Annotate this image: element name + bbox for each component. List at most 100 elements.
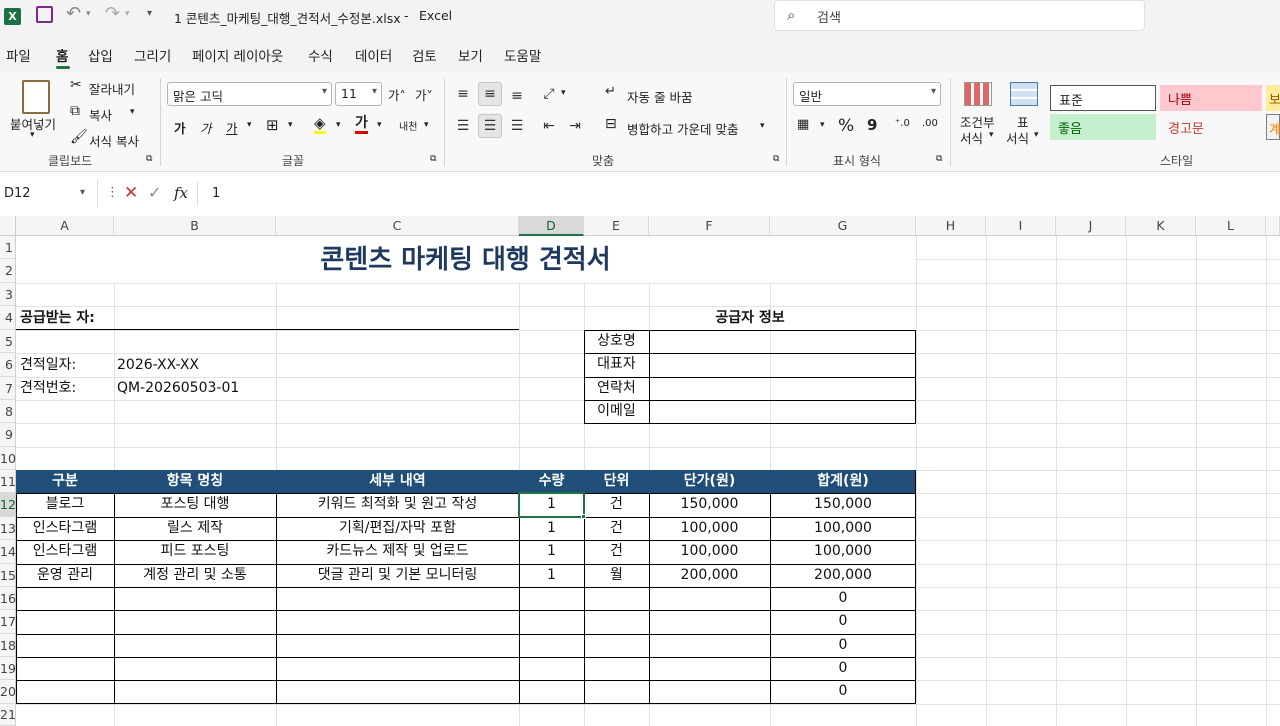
wrap-text-button[interactable]: 자동 줄 바꿈 bbox=[627, 87, 692, 106]
tab-help[interactable]: 도움말 bbox=[504, 45, 541, 65]
shrink-font-button[interactable]: 가˅ bbox=[415, 85, 433, 104]
orientation-icon[interactable]: ⤢ bbox=[537, 82, 561, 106]
table-header-total[interactable]: 합계(원) bbox=[770, 470, 916, 493]
row-header[interactable]: 4 bbox=[0, 306, 16, 330]
increase-decimal-icon[interactable]: ⁺.0 bbox=[895, 118, 910, 129]
column-header-l[interactable]: L bbox=[1196, 216, 1266, 236]
phonetic-button[interactable]: 내천 bbox=[399, 118, 417, 133]
number-launcher-icon[interactable]: ⧉ bbox=[936, 154, 942, 164]
style-neutral-partial[interactable]: 보 bbox=[1266, 85, 1280, 111]
quote-date-value[interactable]: 2026-XX-XX bbox=[117, 354, 199, 377]
italic-button[interactable]: 가 bbox=[200, 118, 212, 137]
align-center-icon[interactable]: ☰ bbox=[478, 114, 502, 138]
table-cell[interactable]: 피드 포스팅 bbox=[114, 540, 276, 563]
column-header-j[interactable]: J bbox=[1056, 216, 1126, 236]
format-as-table-icon[interactable] bbox=[1010, 82, 1038, 106]
row-header[interactable]: 20 bbox=[0, 680, 16, 704]
save-icon[interactable] bbox=[36, 6, 53, 23]
table-cell[interactable]: 계정 관리 및 소통 bbox=[114, 564, 276, 587]
accounting-dropdown-icon[interactable]: ▾ bbox=[820, 120, 825, 130]
quote-number-label[interactable]: 견적번호: bbox=[20, 377, 76, 400]
cancel-formula-icon[interactable]: ✕ bbox=[124, 183, 138, 203]
format-painter-button[interactable]: 서식 복사 bbox=[89, 131, 139, 150]
row-header[interactable]: 12 bbox=[0, 493, 16, 517]
decrease-indent-icon[interactable]: ⇤ bbox=[537, 114, 561, 138]
conditional-format-button-line2[interactable]: 서식 bbox=[960, 128, 983, 147]
copy-dropdown-icon[interactable]: ▾ bbox=[130, 107, 135, 117]
table-cell[interactable]: 릴스 제작 bbox=[114, 517, 276, 540]
table-header-qty[interactable]: 수량 bbox=[519, 470, 584, 493]
table-cell[interactable]: 인스타그램 bbox=[16, 540, 114, 563]
font-color-dropdown-icon[interactable]: ▾ bbox=[377, 120, 382, 130]
style-warning[interactable]: 경고문 bbox=[1160, 114, 1262, 140]
redo-dropdown-icon[interactable]: ▾ bbox=[125, 9, 130, 19]
align-left-icon[interactable]: ☰ bbox=[451, 114, 475, 138]
supplier-header[interactable]: 공급자 정보 bbox=[584, 307, 916, 330]
font-size-select[interactable]: 11 ▾ bbox=[335, 82, 382, 106]
select-all-corner[interactable] bbox=[0, 216, 16, 236]
paste-icon[interactable] bbox=[22, 80, 50, 114]
row-header[interactable]: 13 bbox=[0, 517, 16, 540]
formula-input[interactable]: 1 bbox=[212, 186, 220, 201]
style-normal[interactable]: 표준 bbox=[1050, 85, 1156, 111]
table-cell[interactable]: 건 bbox=[584, 493, 649, 516]
conditional-format-icon[interactable] bbox=[964, 82, 992, 106]
sheet-title[interactable]: 콘텐츠 마케팅 대행 견적서 bbox=[16, 237, 915, 283]
quote-number-value[interactable]: QM-20260503-01 bbox=[117, 377, 239, 400]
row-header[interactable]: 10 bbox=[0, 447, 16, 470]
more-options-icon[interactable]: ⋮ bbox=[106, 185, 119, 200]
cut-button[interactable]: 잘라내기 bbox=[89, 79, 135, 98]
align-top-icon[interactable]: ≡ bbox=[451, 82, 475, 106]
merge-dropdown-icon[interactable]: ▾ bbox=[760, 121, 765, 131]
undo-dropdown-icon[interactable]: ▾ bbox=[86, 9, 91, 19]
table-cell[interactable]: 0 bbox=[770, 587, 916, 610]
bold-button[interactable]: 가 bbox=[174, 118, 186, 137]
table-cell[interactable]: 100,000 bbox=[770, 540, 916, 563]
table-cell[interactable]: 0 bbox=[770, 634, 916, 657]
font-name-select[interactable]: 맑은 고딕 ▾ bbox=[167, 82, 332, 106]
table-cell[interactable]: 인스타그램 bbox=[16, 517, 114, 540]
table-cell[interactable]: 댓글 관리 및 기본 모니터링 bbox=[276, 564, 519, 587]
supplier-field-company[interactable]: 상호명 bbox=[584, 330, 649, 353]
table-dropdown-icon[interactable]: ▾ bbox=[1034, 130, 1039, 140]
table-cell[interactable]: 기획/편집/자막 포함 bbox=[276, 517, 519, 540]
tab-draw[interactable]: 그리기 bbox=[134, 45, 171, 65]
fill-handle[interactable] bbox=[581, 514, 586, 519]
align-right-icon[interactable]: ☰ bbox=[505, 114, 529, 138]
table-cell[interactable]: 블로그 bbox=[16, 493, 114, 516]
underline-dropdown-icon[interactable]: ▾ bbox=[247, 120, 252, 130]
supplier-field-email[interactable]: 이메일 bbox=[584, 400, 649, 423]
table-cell[interactable]: 키워드 최적화 및 원고 작성 bbox=[276, 493, 519, 516]
row-header[interactable]: 21 bbox=[0, 704, 16, 726]
clipboard-launcher-icon[interactable]: ⧉ bbox=[146, 154, 152, 164]
orientation-dropdown-icon[interactable]: ▾ bbox=[561, 88, 566, 98]
table-cell[interactable]: 1 bbox=[519, 564, 584, 587]
table-cell[interactable]: 150,000 bbox=[649, 493, 770, 516]
row-header[interactable]: 7 bbox=[0, 377, 16, 400]
row-header[interactable]: 9 bbox=[0, 423, 16, 447]
supplier-field-contact[interactable]: 연락처 bbox=[584, 377, 649, 400]
table-cell[interactable]: 1 bbox=[519, 540, 584, 563]
table-cell[interactable]: 1 bbox=[519, 517, 584, 540]
table-cell[interactable]: 포스팅 대행 bbox=[114, 493, 276, 516]
redo-icon[interactable]: ↷ bbox=[105, 3, 120, 24]
phonetic-dropdown-icon[interactable]: ▾ bbox=[424, 120, 429, 130]
border-icon[interactable]: ⊞ bbox=[266, 116, 279, 134]
accounting-format-icon[interactable]: ▦ bbox=[797, 117, 809, 132]
underline-button[interactable]: 가 bbox=[226, 118, 238, 137]
font-launcher-icon[interactable]: ⧉ bbox=[430, 154, 436, 164]
undo-icon[interactable]: ↶ bbox=[66, 3, 81, 24]
fill-color-icon[interactable]: ◈ bbox=[314, 115, 326, 134]
format-as-table-button-line2[interactable]: 서식 bbox=[1006, 128, 1029, 147]
column-header-k[interactable]: K bbox=[1126, 216, 1196, 236]
column-header-g[interactable]: G bbox=[770, 216, 916, 236]
row-header[interactable]: 5 bbox=[0, 330, 16, 353]
percent-button[interactable]: % bbox=[838, 116, 854, 136]
recipient-label[interactable]: 공급받는 자: bbox=[20, 307, 95, 330]
fill-color-dropdown-icon[interactable]: ▾ bbox=[336, 120, 341, 130]
column-header-c[interactable]: C bbox=[276, 216, 519, 236]
worksheet-grid[interactable]: A B C D E F G H I J K L 1 2 3 4 5 6 7 8 … bbox=[0, 216, 1280, 726]
tab-page-layout[interactable]: 페이지 레이아웃 bbox=[192, 45, 283, 65]
tab-review[interactable]: 검토 bbox=[412, 45, 437, 65]
table-cell[interactable]: 100,000 bbox=[770, 517, 916, 540]
